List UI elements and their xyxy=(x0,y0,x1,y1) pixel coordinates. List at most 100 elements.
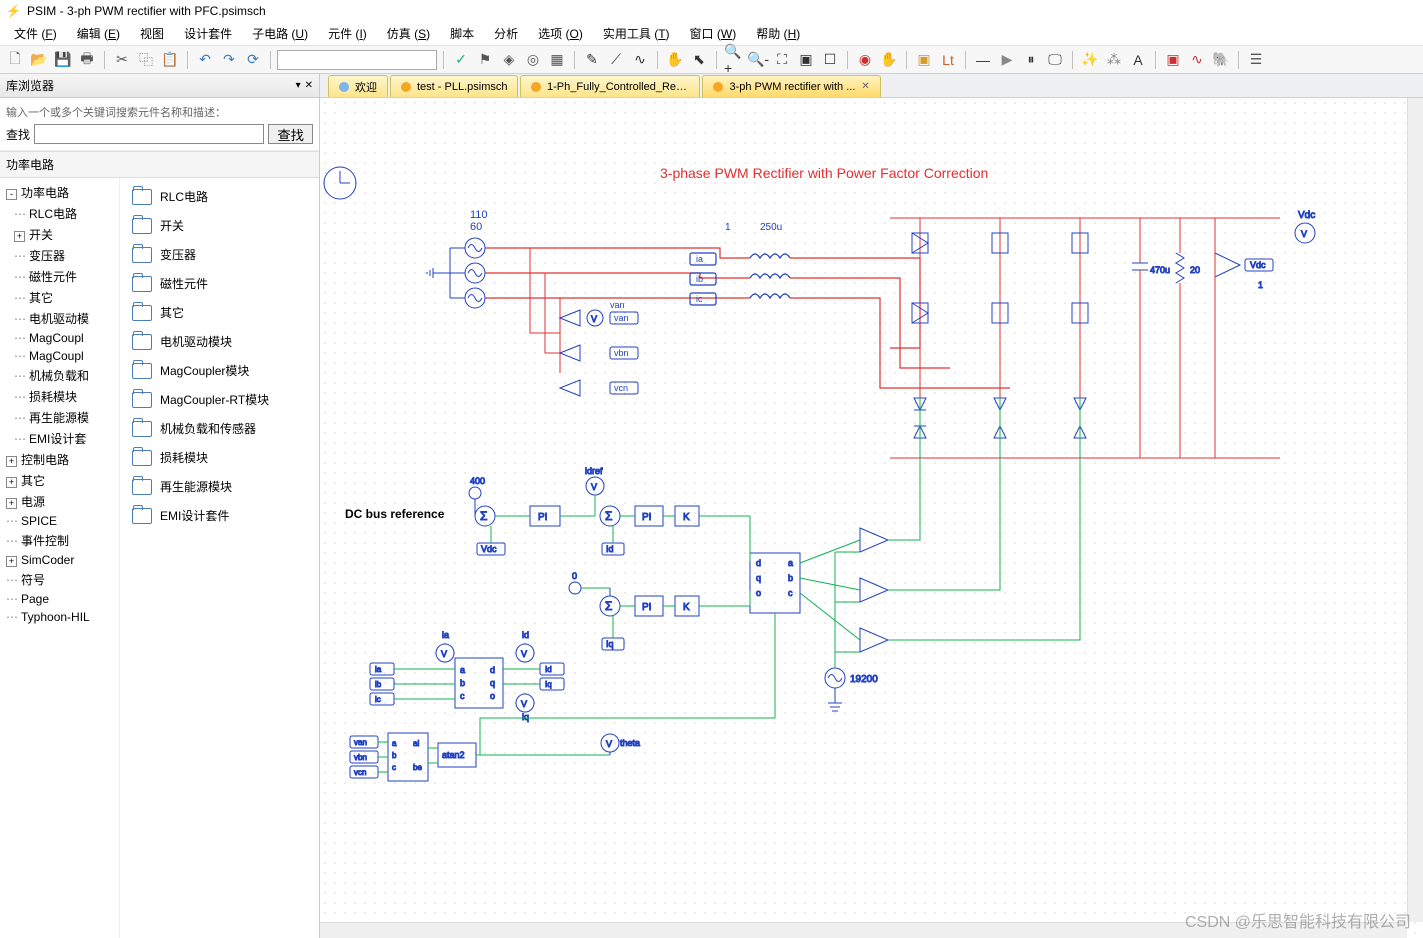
save-icon[interactable]: 💾 xyxy=(52,49,74,71)
tree-node[interactable]: ⋯电机驱动模 xyxy=(2,308,117,329)
folder-item[interactable]: 磁性元件 xyxy=(124,269,315,298)
target-icon[interactable]: ◉ xyxy=(854,49,876,71)
wave-icon[interactable]: ∿ xyxy=(1186,49,1208,71)
tree-node[interactable]: ⋯再生能源模 xyxy=(2,407,117,428)
tree-node[interactable]: -功率电路 xyxy=(2,182,117,203)
line2-icon[interactable]: ∿ xyxy=(629,49,651,71)
tree-node[interactable]: ⋯Typhoon-HIL xyxy=(2,608,117,626)
menu-仿真[interactable]: 仿真 (S) xyxy=(379,23,438,44)
dc-link[interactable]: 470u 20 Vdc 1 V Vdc xyxy=(1132,210,1315,458)
folder-item[interactable]: 机械负载和传感器 xyxy=(124,414,315,443)
three-phase-source[interactable] xyxy=(427,238,485,308)
sim-control-icon[interactable] xyxy=(324,167,356,199)
block1-icon[interactable]: ▣ xyxy=(913,49,935,71)
tree-node[interactable]: ⋯磁性元件 xyxy=(2,266,117,287)
monitor-icon[interactable]: 🖵 xyxy=(1044,49,1066,71)
menu-实用工具[interactable]: 实用工具 (T) xyxy=(595,23,678,44)
tab[interactable]: 3-ph PWM rectifier with ...✕ xyxy=(702,75,880,97)
page-icon[interactable]: ☐ xyxy=(819,49,841,71)
tab[interactable]: 欢迎 xyxy=(328,75,388,97)
search-button[interactable]: 查找 xyxy=(268,124,313,144)
refresh-icon[interactable]: ⟳ xyxy=(242,49,264,71)
tree-node[interactable]: ⋯损耗模块 xyxy=(2,386,117,407)
dash-icon[interactable]: — xyxy=(972,49,994,71)
zoom-area-icon[interactable]: ⛶ xyxy=(771,49,793,71)
tree-node[interactable]: ⋯EMI设计套 xyxy=(2,428,117,449)
zoom-out-icon[interactable]: 🔍- xyxy=(747,49,769,71)
node-icon[interactable]: ◈ xyxy=(498,49,520,71)
wand-icon[interactable]: ✨ xyxy=(1079,49,1101,71)
elephant-icon[interactable]: 🐘 xyxy=(1210,49,1232,71)
folder-item[interactable]: MagCoupler模块 xyxy=(124,356,315,385)
folder-item[interactable]: RLC电路 xyxy=(124,182,315,211)
check-icon[interactable]: ✓ xyxy=(450,49,472,71)
menu-分析[interactable]: 分析 xyxy=(486,23,526,44)
pll-block[interactable]: van vbn vcn a b c al be atan2 Vtheta xyxy=(350,613,775,781)
folder-item[interactable]: 损耗模块 xyxy=(124,443,315,472)
schematic-drawing[interactable]: 3-phase PWM Rectifier with Power Factor … xyxy=(320,98,1423,938)
library-tree[interactable]: -功率电路⋯RLC电路+开关⋯变压器⋯磁性元件⋯其它⋯电机驱动模⋯MagCoup… xyxy=(0,178,120,938)
menu-编辑[interactable]: 编辑 (E) xyxy=(69,23,128,44)
scope-icon[interactable]: ◎ xyxy=(522,49,544,71)
tree-node[interactable]: +电源 xyxy=(2,491,117,512)
menu-子电路[interactable]: 子电路 (U) xyxy=(244,23,316,44)
park-transform[interactable]: Via ia ib ic a b c d q o Vid Id Iq Viq xyxy=(370,630,564,722)
paste-icon[interactable]: 📋 xyxy=(159,49,181,71)
print-icon[interactable]: 🖶 xyxy=(76,49,98,71)
folder-item[interactable]: 变压器 xyxy=(124,240,315,269)
menu-选项[interactable]: 选项 (O) xyxy=(530,23,591,44)
play-icon[interactable]: ▶ xyxy=(996,49,1018,71)
inverter-bridge[interactable] xyxy=(890,218,1280,458)
tab[interactable]: test - PLL.psimsch xyxy=(390,75,518,97)
folder-item[interactable]: 开关 xyxy=(124,211,315,240)
library-folder-list[interactable]: RLC电路开关变压器磁性元件其它电机驱动模块MagCoupler模块MagCou… xyxy=(120,178,319,938)
pause-icon[interactable]: ⏸ xyxy=(1020,49,1042,71)
stop-icon[interactable]: ✋ xyxy=(878,49,900,71)
toolbar-dropdown[interactable] xyxy=(277,50,437,70)
arrow-icon[interactable]: ⬉ xyxy=(688,49,710,71)
tree-node[interactable]: ⋯MagCoupl xyxy=(2,329,117,347)
schematic-canvas[interactable]: 3-phase PWM Rectifier with Power Factor … xyxy=(320,98,1423,938)
tree-node[interactable]: ⋯MagCoupl xyxy=(2,347,117,365)
folder-item[interactable]: 其它 xyxy=(124,298,315,327)
list-icon[interactable]: ☰ xyxy=(1245,49,1267,71)
folder-item[interactable]: 电机驱动模块 xyxy=(124,327,315,356)
close-icon[interactable]: ✕ xyxy=(861,81,869,92)
zoom-in-icon[interactable]: 🔍+ xyxy=(723,49,745,71)
panel-close-icon[interactable]: ✕ xyxy=(305,80,313,91)
line-icon[interactable]: ⟋ xyxy=(605,49,627,71)
menu-文件[interactable]: 文件 (F) xyxy=(6,23,65,44)
tree-node[interactable]: ⋯符号 xyxy=(2,569,117,590)
menu-元件[interactable]: 元件 (I) xyxy=(320,23,375,44)
copy-icon[interactable]: ⿻ xyxy=(135,49,157,71)
menu-窗口[interactable]: 窗口 (W) xyxy=(682,23,745,44)
tree-node[interactable]: ⋯机械负载和 xyxy=(2,365,117,386)
tree-node[interactable]: +SimCoder xyxy=(2,551,117,569)
tree-node[interactable]: ⋯RLC电路 xyxy=(2,203,117,224)
tree-node[interactable]: +开关 xyxy=(2,224,117,245)
menu-帮助[interactable]: 帮助 (H) xyxy=(748,23,808,44)
vertical-scrollbar[interactable] xyxy=(1407,98,1423,922)
menu-视图[interactable]: 视图 xyxy=(132,23,172,44)
tree-node[interactable]: ⋯其它 xyxy=(2,287,117,308)
tree-node[interactable]: ⋯事件控制 xyxy=(2,530,117,551)
lt-icon[interactable]: Lt xyxy=(937,49,959,71)
redo-icon[interactable]: ↷ xyxy=(218,49,240,71)
folder-item[interactable]: 再生能源模块 xyxy=(124,472,315,501)
hand-icon[interactable]: ✋ xyxy=(664,49,686,71)
pencil-icon[interactable]: ✎ xyxy=(581,49,603,71)
tree-node[interactable]: +控制电路 xyxy=(2,449,117,470)
tree-node[interactable]: ⋯变压器 xyxy=(2,245,117,266)
undo-icon[interactable]: ↶ xyxy=(194,49,216,71)
folder-item[interactable]: MagCoupler-RT模块 xyxy=(124,385,315,414)
tab[interactable]: 1-Ph_Fully_Controlled_Recti... xyxy=(520,75,700,97)
fit-icon[interactable]: ▣ xyxy=(795,49,817,71)
panel-dropdown-icon[interactable]: ▾ xyxy=(296,80,301,91)
text-icon[interactable]: A xyxy=(1127,49,1149,71)
folder-item[interactable]: EMI设计套件 xyxy=(124,501,315,530)
eyedrop-icon[interactable]: ⁂ xyxy=(1103,49,1125,71)
cut-icon[interactable]: ✂ xyxy=(111,49,133,71)
flag-icon[interactable]: ⚑ xyxy=(474,49,496,71)
menu-脚本[interactable]: 脚本 xyxy=(442,23,482,44)
search-input[interactable] xyxy=(34,124,264,144)
